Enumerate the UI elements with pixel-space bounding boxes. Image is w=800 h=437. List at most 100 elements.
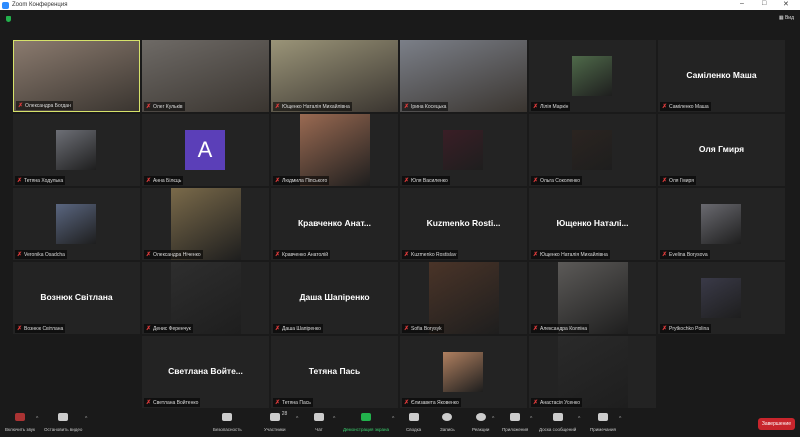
meeting-toolbar: Включить звук ^ Остановить видео ^ Безоп… [0,410,800,437]
profile-photo [56,204,96,244]
muted-mic-icon: ✗ [662,104,668,110]
participant-tile[interactable]: Ющенко Наталі... ✗ Ющенко Наталія Михайлів… [529,188,656,260]
participant-tile[interactable]: ✗ Олег Кульків [142,40,269,112]
apps-button[interactable]: Приложения [502,413,528,432]
participant-name-label: ✗ Олег Кульків [144,102,185,111]
participant-name: Даша Шапіренко [282,325,321,332]
participant-tile[interactable]: ✗ Sofia Borysyk [400,262,527,334]
participant-name: Вознюк Світлана [24,325,64,332]
reactions-caret-icon[interactable]: ^ [492,416,494,422]
participant-tile[interactable]: ✗ Тетяна Ходулька [13,114,140,186]
apps-label: Приложения [502,427,529,432]
muted-mic-icon [15,413,25,421]
unmute-button[interactable]: Включить звук [5,413,35,432]
participant-tile[interactable]: Kuzmenko Rosti... ✗ Kuzmenko Rostislav [400,188,527,260]
notes-button[interactable]: Примечания [590,413,616,432]
participant-name: Олег Кульків [153,103,183,110]
participant-display-name: Ющенко Наталі... [556,218,629,228]
participants-icon: 28 [269,411,287,421]
chat-button[interactable]: Чат [314,413,324,432]
security-button[interactable]: Безопасность [213,413,242,432]
participant-name-label: ✗ Олександра Ніченко [144,250,203,259]
end-meeting-button[interactable]: Завершение [757,418,795,430]
whiteboard-caret-icon[interactable]: ^ [578,416,580,422]
participant-tile[interactable]: ✗ Анастасія Усенко [529,336,656,408]
muted-mic-icon: ✗ [404,104,410,110]
chat-label: Чат [315,427,323,432]
view-label: Вид [784,15,794,21]
muted-mic-icon: ✗ [533,178,539,184]
profile-photo [572,130,612,170]
apps-caret-icon[interactable]: ^ [530,416,532,422]
participant-name-label: ✗ Єлизавета Яковенко [402,398,461,407]
participant-tile[interactable]: Вознюк Світлана ✗ Вознюк Світлана [13,262,140,334]
participant-tile[interactable]: ✗ Ольга Соколенко [529,114,656,186]
participant-tile[interactable]: Даша Шапіренко ✗ Даша Шапіренко [271,262,398,334]
maximize-button[interactable]: □ [762,0,766,7]
notes-caret-icon[interactable]: ^ [619,416,621,422]
muted-mic-icon: ✗ [275,178,281,184]
whiteboard-label: Доска сообщений [539,427,577,432]
participant-tile[interactable]: ✗ Prytkochko Polina [658,262,785,334]
stop-video-label: Остановить видео [44,427,83,432]
participant-display-name: Оля Гмиря [698,144,745,154]
participants-caret-icon[interactable]: ^ [296,416,298,422]
participant-display-name: Саміленко Маша [686,70,757,80]
security-label: Безопасность [213,427,242,432]
encryption-shield-icon[interactable] [6,16,11,22]
participant-tile[interactable]: ✗ Денис Ференчук [142,262,269,334]
participant-tile[interactable]: ✗ Юля Василенко [400,114,527,186]
video-options-caret-icon[interactable]: ^ [85,416,87,422]
whiteboard-button[interactable]: Доска сообщений [539,413,576,432]
participant-name-label: ✗ Оля Гмиря [660,176,696,185]
participant-name: Ющенко Наталія Михайлівна [282,103,350,110]
participant-name-label: ✗ Лілія Маркін [531,102,571,111]
participant-tile[interactable]: ✗ Ющенко Наталія Михайлівна [271,40,398,112]
muted-mic-icon: ✗ [146,326,152,332]
reactions-button[interactable]: Реакции [472,413,489,432]
audio-options-caret-icon[interactable]: ^ [36,416,38,422]
apps-icon [510,413,521,421]
participant-name: Светлана Войтенко [153,399,199,406]
participants-button[interactable]: 28 Участники [264,411,287,432]
muted-mic-icon: ✗ [662,178,668,184]
muted-mic-icon: ✗ [533,252,539,258]
participant-tile[interactable]: Саміленко Маша ✗ Саміленко Маша [658,40,785,112]
summary-button[interactable]: Сводка [406,413,421,432]
participant-tile[interactable]: ✗ Єлизавета Яковенко [400,336,527,408]
participant-name-label: ✗ Тетяна Пась [273,398,313,407]
participant-tile[interactable]: ✗ Олександра Богдан [13,40,140,112]
participant-name-label: ✗ Александра Колпіна [531,324,590,333]
participant-tile[interactable]: Оля Гмиря ✗ Оля Гмиря [658,114,785,186]
participant-tile[interactable]: Тетяна Пась ✗ Тетяна Пась [271,336,398,408]
profile-photo [443,130,483,170]
participant-name: Sofia Borysyk [411,325,442,332]
close-button[interactable]: ✕ [783,0,789,8]
stop-video-button[interactable]: Остановить видео [44,413,82,432]
participant-name: Prytkochko Polina [669,325,710,332]
participant-tile[interactable]: Кравченко Анат... ✗ Кравченко Анатолій [271,188,398,260]
participant-tile[interactable]: ✗ Evelina Borysova [658,188,785,260]
participant-tile[interactable]: ✗ Лілія Маркін [529,40,656,112]
participant-tile[interactable]: ✗ Александра Колпіна [529,262,656,334]
participant-tile[interactable]: ✗ Олександра Ніченко [142,188,269,260]
participant-tile[interactable]: ✗ Ірина Косецька [400,40,527,112]
participant-tile[interactable]: ✗ Людмила Піпського [271,114,398,186]
participant-tile[interactable]: A ✗ Анна Білєць [142,114,269,186]
view-button[interactable]: ▦ Вид [779,15,794,21]
share-screen-label: Демонстрация экрана [343,427,389,432]
participant-tile[interactable]: Светлана Войте... ✗ Светлана Войтенко [142,336,269,408]
minimize-button[interactable]: – [740,0,744,7]
share-screen-button[interactable]: Демонстрация экрана [343,413,389,432]
muted-mic-icon: ✗ [146,104,152,110]
participant-tile[interactable]: ✗ Veronika Osadcha [13,188,140,260]
share-caret-icon[interactable]: ^ [392,416,394,422]
participant-name-label: ✗ Кравченко Анатолій [273,250,330,259]
profile-photo [443,352,483,392]
participant-name-label: ✗ Ольга Соколенко [531,176,583,185]
participant-name: Оля Гмиря [669,177,694,184]
participant-name: Юля Василенко [411,177,448,184]
chat-caret-icon[interactable]: ^ [333,416,335,422]
record-button[interactable]: Запись [440,413,455,432]
unmute-label: Включить звук [5,427,36,432]
